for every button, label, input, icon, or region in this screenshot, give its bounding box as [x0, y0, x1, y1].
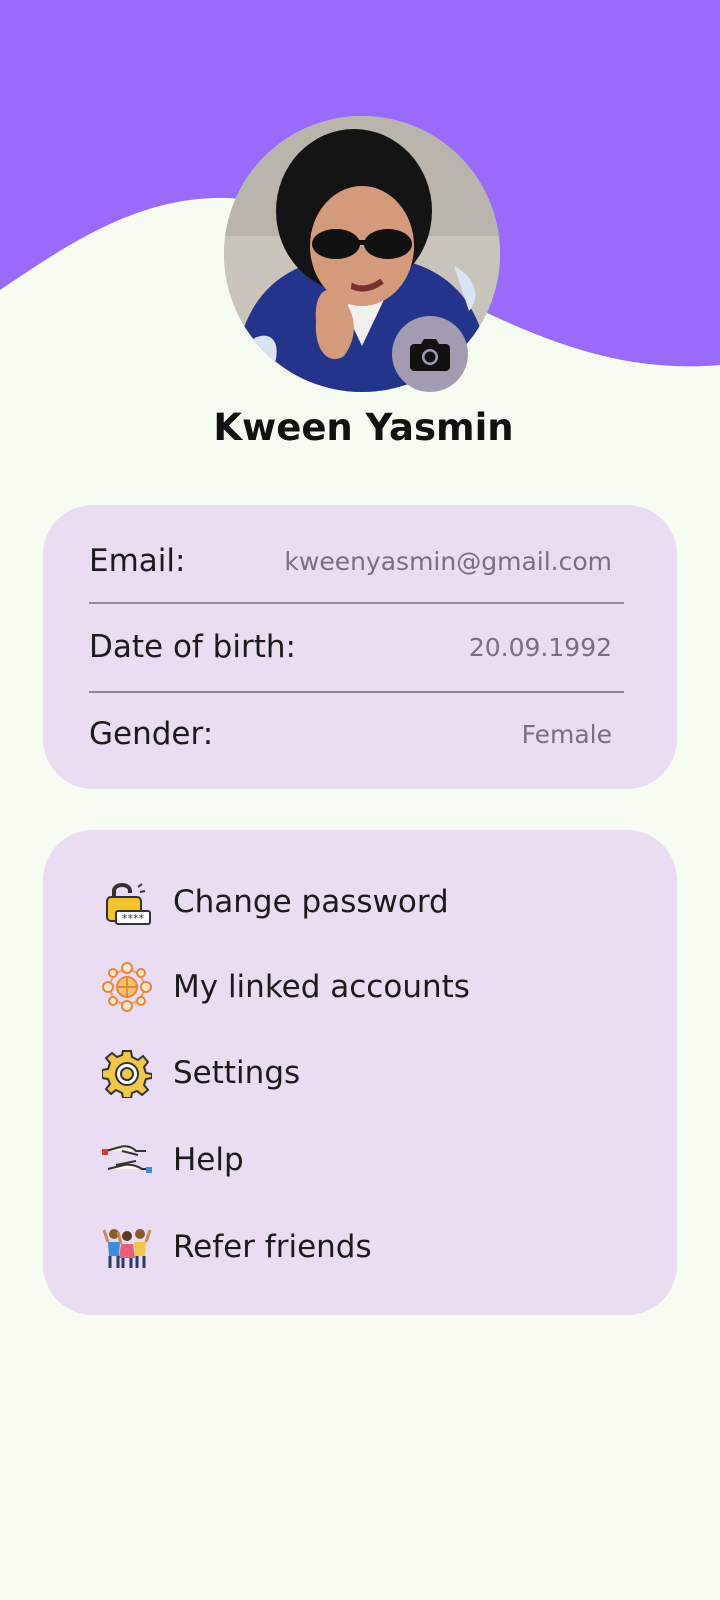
email-row: Email: kweenyasmin@gmail.com [89, 531, 624, 591]
linked-network-icon [101, 961, 153, 1013]
lock-password-icon: **** [101, 876, 153, 928]
menu-item-linked-accounts[interactable]: My linked accounts [101, 956, 621, 1018]
menu-item-label: My linked accounts [173, 969, 470, 1005]
divider [89, 691, 624, 693]
profile-avatar-container [224, 116, 500, 392]
menu-item-label: Refer friends [173, 1229, 372, 1265]
email-value: kweenyasmin@gmail.com [284, 546, 612, 576]
gear-icon [101, 1047, 153, 1099]
menu-item-label: Help [173, 1142, 244, 1178]
menu-item-label: Change password [173, 884, 449, 920]
dob-label: Date of birth: [89, 629, 296, 665]
menu-item-help[interactable]: Help [101, 1129, 621, 1191]
divider [89, 602, 624, 604]
change-photo-button[interactable] [392, 316, 468, 392]
dob-row: Date of birth: 20.09.1992 [89, 617, 624, 677]
svg-text:****: **** [122, 912, 145, 925]
friends-group-icon [101, 1221, 153, 1273]
gender-row: Gender: Female [89, 704, 624, 764]
camera-icon [410, 339, 450, 371]
email-label: Email: [89, 543, 186, 579]
user-name: Kween Yasmin [213, 406, 514, 449]
gender-label: Gender: [89, 716, 214, 752]
gender-value: Female [521, 719, 612, 749]
menu-item-refer-friends[interactable]: Refer friends [101, 1216, 621, 1278]
menu-card: **** Change password My linked accounts [43, 830, 677, 1315]
profile-info-card: Email: kweenyasmin@gmail.com Date of bir… [43, 505, 677, 789]
menu-item-change-password[interactable]: **** Change password [101, 871, 621, 933]
menu-item-settings[interactable]: Settings [101, 1042, 621, 1104]
helping-hands-icon [101, 1134, 153, 1186]
menu-item-label: Settings [173, 1055, 301, 1091]
dob-value: 20.09.1992 [468, 632, 612, 662]
